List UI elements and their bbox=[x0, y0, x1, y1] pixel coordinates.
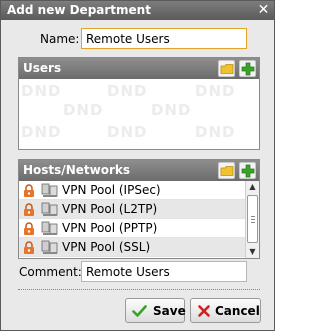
users-panel: Users DND DND DND DND DND DND DND DND bbox=[18, 57, 260, 150]
users-list[interactable]: DND DND DND DND DND DND DND DND bbox=[19, 79, 259, 149]
host-label: VPN Pool (L2TP) bbox=[62, 202, 158, 216]
host-label: VPN Pool (SSL) bbox=[62, 240, 151, 254]
dnd-watermark: DND bbox=[21, 123, 62, 141]
close-icon[interactable]: ✕ bbox=[256, 3, 271, 18]
list-item[interactable]: VPN Pool (PPTP) bbox=[19, 219, 245, 238]
dialog-titlebar[interactable]: Add new Department ✕ bbox=[1, 1, 274, 20]
hosts-panel-title: Hosts/Networks bbox=[23, 163, 130, 177]
users-panel-header: Users bbox=[19, 58, 259, 79]
hosts-scrollbar[interactable]: ▲ ▼ bbox=[245, 181, 259, 258]
comment-row: Comment: bbox=[1, 261, 274, 283]
dnd-watermark: DND bbox=[195, 123, 236, 141]
dnd-watermark: DND bbox=[21, 82, 62, 100]
scroll-down-icon[interactable]: ▼ bbox=[246, 246, 259, 258]
host-label: VPN Pool (PPTP) bbox=[62, 221, 158, 235]
dialog-title: Add new Department bbox=[7, 3, 151, 17]
add-department-dialog: Add new Department ✕ Name: Users DND DND… bbox=[0, 0, 275, 331]
dnd-watermark: DND bbox=[151, 101, 192, 119]
dnd-watermark: DND bbox=[195, 82, 236, 100]
scroll-up-icon[interactable]: ▲ bbox=[246, 181, 259, 193]
list-item[interactable]: VPN Pool (SSL) bbox=[19, 238, 245, 257]
name-label: Name: bbox=[40, 32, 80, 46]
users-folder-icon[interactable] bbox=[218, 60, 235, 77]
save-button-label: Save bbox=[153, 304, 186, 318]
dnd-watermark: DND bbox=[107, 123, 148, 141]
host-label: VPN Pool (IPSec) bbox=[62, 183, 161, 197]
list-item[interactable]: VPN Pool (L2TP) bbox=[19, 200, 245, 219]
cancel-button-label: Cancel bbox=[215, 304, 260, 318]
divider bbox=[18, 289, 260, 290]
dnd-watermark: DND bbox=[63, 101, 104, 119]
scrollbar-thumb[interactable] bbox=[247, 195, 258, 243]
cancel-button[interactable]: Cancel bbox=[190, 298, 261, 323]
hosts-add-icon[interactable] bbox=[239, 162, 256, 179]
comment-label: Comment: bbox=[19, 265, 82, 279]
hosts-list[interactable]: VPN Pool (IPSec) VPN Pool (L2TP) VPN Poo… bbox=[19, 181, 259, 258]
name-input[interactable] bbox=[81, 28, 247, 49]
hosts-folder-icon[interactable] bbox=[218, 162, 235, 179]
hosts-panel-header: Hosts/Networks bbox=[19, 160, 259, 181]
users-add-icon[interactable] bbox=[239, 60, 256, 77]
x-icon bbox=[198, 305, 210, 317]
name-row: Name: bbox=[1, 28, 274, 50]
hosts-networks-panel: Hosts/Networks VPN Pool (IPSec) VPN Pool… bbox=[18, 159, 260, 259]
list-item[interactable]: VPN Pool (IPSec) bbox=[19, 181, 245, 200]
comment-input[interactable] bbox=[81, 261, 247, 282]
checkmark-icon bbox=[132, 305, 147, 317]
save-button[interactable]: Save bbox=[125, 298, 186, 323]
dnd-watermark: DND bbox=[107, 82, 148, 100]
users-panel-title: Users bbox=[23, 61, 62, 75]
